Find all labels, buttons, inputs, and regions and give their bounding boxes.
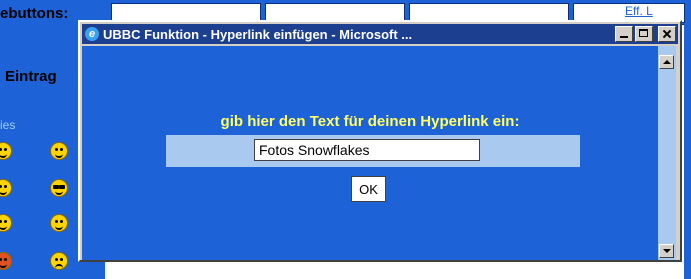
vertical-scrollbar[interactable] [658,46,676,260]
bg-link[interactable]: Eff. L [625,4,653,18]
grin-icon[interactable] [0,142,12,160]
prompt-text: gib hier den Text für deinen Hyperlink e… [220,113,520,130]
maximize-button[interactable] [635,26,653,42]
laugh-icon[interactable] [50,142,68,160]
tongue-icon[interactable] [0,252,12,270]
input-row [166,135,580,167]
bg-heading-entry: Eintrag [5,68,57,85]
bg-label-smilies: ies [0,118,16,132]
background-right-edge [684,24,691,279]
close-button[interactable] [658,26,676,42]
wink-icon[interactable] [0,179,12,197]
title-bar[interactable]: e UBBC Funktion - Hyperlink einfügen - M… [82,24,678,44]
scroll-down-icon[interactable] [659,244,674,258]
surprised-icon[interactable] [50,214,68,232]
scroll-up-icon[interactable] [659,55,674,69]
happy-icon[interactable] [0,214,12,232]
minimize-button[interactable] [615,26,633,42]
hyperlink-dialog-window: e UBBC Funktion - Hyperlink einfügen - M… [78,20,682,262]
internet-explorer-icon: e [85,27,99,41]
window-title: UBBC Funktion - Hyperlink einfügen - Mic… [103,26,413,42]
dialog-content: gib hier den Text für deinen Hyperlink e… [82,46,658,260]
sad-icon[interactable] [50,252,68,270]
ok-button[interactable]: OK [351,176,386,202]
bg-heading-smileybuttons: ebuttons: [0,5,69,22]
hyperlink-text-input[interactable] [254,139,480,161]
cool-icon[interactable] [50,179,68,197]
